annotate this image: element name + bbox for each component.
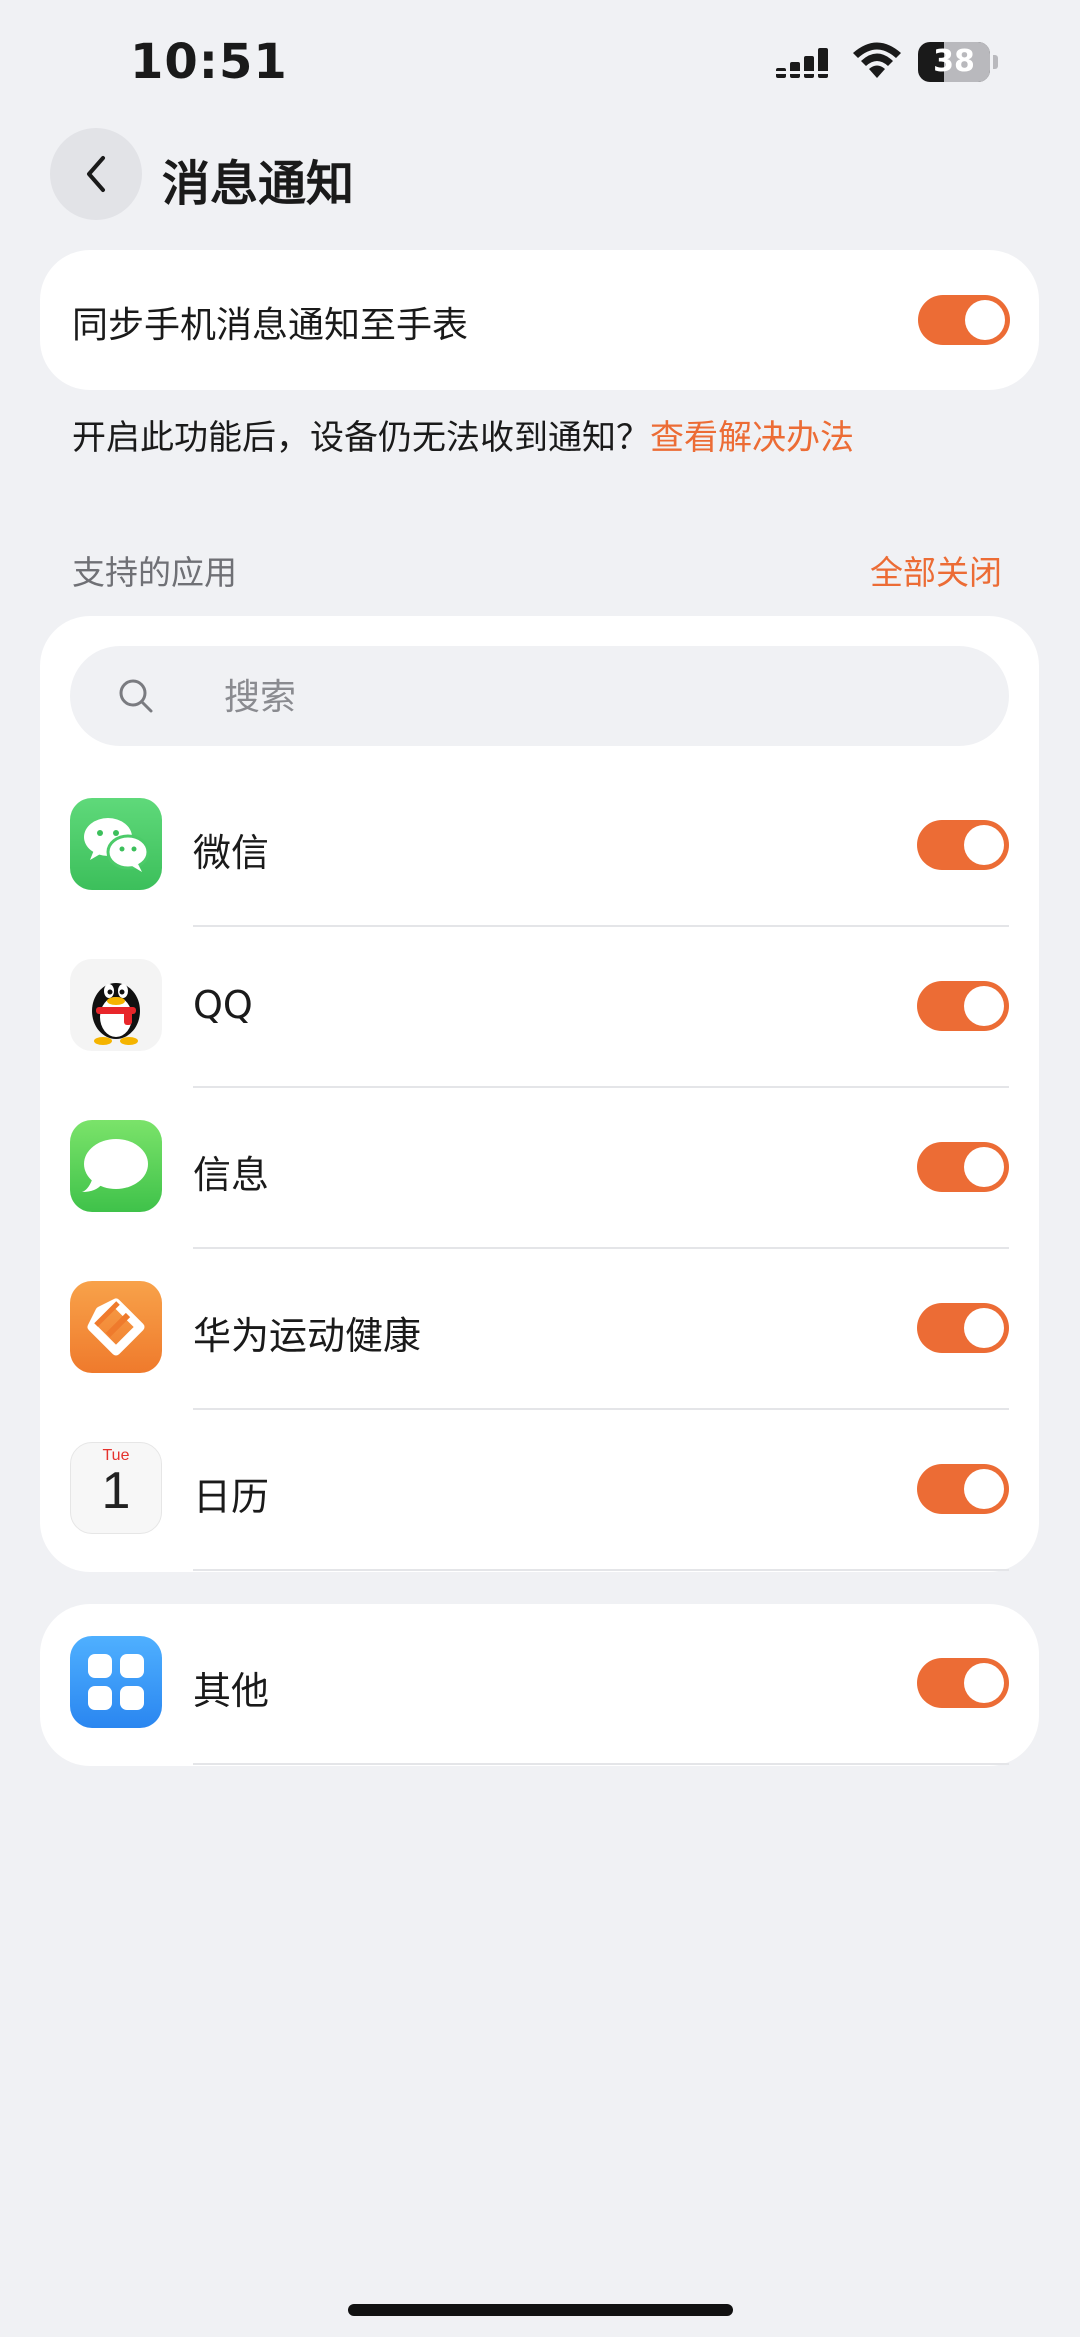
app-name-calendar: 日历 — [193, 1475, 270, 1519]
other-card: 其他 — [40, 1604, 1039, 1766]
sync-notifications-card: 同步手机消息通知至手表 — [40, 250, 1039, 390]
toggle-huawei-health[interactable] — [917, 1303, 1009, 1353]
app-name-huawei-health: 华为运动健康 — [193, 1314, 422, 1358]
status-time: 10:51 — [130, 34, 288, 90]
qq-icon — [70, 959, 162, 1051]
other-apps-icon — [70, 1636, 162, 1728]
calendar-icon: Tue 1 — [70, 1442, 162, 1534]
section-title: 支持的应用 — [72, 553, 237, 592]
search-icon — [119, 679, 153, 713]
messages-icon — [70, 1120, 162, 1212]
back-button[interactable] — [50, 128, 142, 220]
app-name-messages: 信息 — [193, 1153, 270, 1197]
search-bar[interactable] — [70, 646, 1009, 748]
app-row-huawei-health: 华为运动健康 — [40, 1249, 1039, 1410]
battery-icon: 38 — [918, 42, 990, 82]
app-name-other: 其他 — [193, 1669, 270, 1713]
calendar-date: 1 — [101, 1462, 131, 1520]
toggle-qq[interactable] — [917, 981, 1009, 1031]
huawei-health-icon — [70, 1281, 162, 1373]
help-text: 开启此功能后，设备仍无法收到通知？ — [72, 418, 650, 458]
search-input[interactable] — [222, 646, 926, 748]
toggle-wechat[interactable] — [917, 820, 1009, 870]
help-link[interactable]: 查看解决办法 — [650, 418, 854, 458]
toggle-messages[interactable] — [917, 1142, 1009, 1192]
app-row-messages: 信息 — [40, 1088, 1039, 1249]
page-title: 消息通知 — [162, 156, 355, 212]
app-name-qq: QQ — [193, 983, 253, 1027]
chevron-left-icon — [87, 156, 105, 192]
divider — [193, 1569, 1009, 1571]
app-name-wechat: 微信 — [193, 831, 270, 875]
toggle-other[interactable] — [917, 1658, 1009, 1708]
sync-notifications-toggle[interactable] — [918, 295, 1010, 345]
apps-card: 微信 QQ — [40, 616, 1039, 1572]
app-row-other: 其他 — [40, 1604, 1039, 1765]
help-row: 开启此功能后，设备仍无法收到通知？查看解决办法 — [72, 410, 854, 459]
wechat-icon — [70, 798, 162, 890]
sync-notifications-label: 同步手机消息通知至手表 — [72, 305, 469, 346]
battery-level: 38 — [933, 44, 975, 79]
app-row-qq: QQ — [40, 927, 1039, 1088]
home-indicator[interactable] — [348, 2304, 733, 2316]
wifi-icon — [853, 42, 901, 78]
toggle-calendar[interactable] — [917, 1464, 1009, 1514]
close-all-button[interactable]: 全部关闭 — [870, 546, 1002, 594]
cellular-signal-icon — [776, 48, 836, 78]
app-row-calendar: Tue 1 日历 — [40, 1410, 1039, 1571]
divider — [193, 1763, 1009, 1765]
app-row-wechat: 微信 — [40, 766, 1039, 927]
